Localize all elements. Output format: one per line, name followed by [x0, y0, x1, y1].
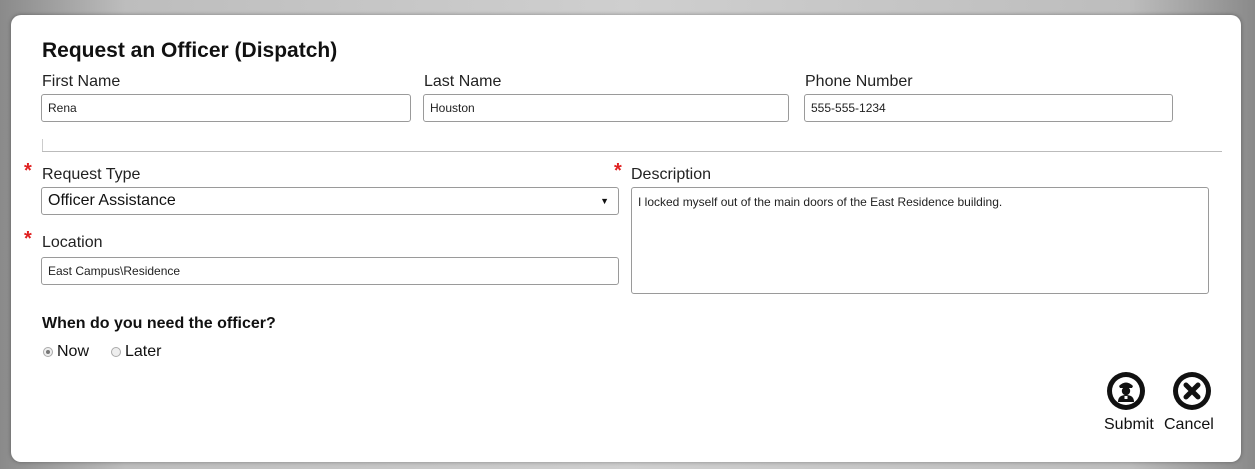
description-label: Description: [631, 166, 712, 183]
now-radio[interactable]: [43, 347, 53, 357]
dispatch-form-panel: Request an Officer (Dispatch) First Name…: [11, 15, 1241, 462]
request-type-selected-value: Officer Assistance: [48, 192, 176, 209]
officer-icon: [1107, 372, 1145, 410]
description-required-marker: *: [614, 160, 622, 182]
location-field[interactable]: East Campus\Residence: [41, 257, 619, 285]
radio-option-now[interactable]: Now: [43, 342, 89, 362]
request-type-required-marker: *: [24, 160, 32, 182]
request-type-select[interactable]: Officer Assistance ▼: [41, 187, 619, 215]
last-name-field[interactable]: Houston: [423, 94, 789, 122]
divider-tick: [42, 139, 43, 151]
chevron-down-icon: ▼: [600, 196, 609, 206]
phone-number-field[interactable]: 555-555-1234: [804, 94, 1173, 122]
cancel-label[interactable]: Cancel: [1164, 416, 1214, 434]
submit-label[interactable]: Submit: [1104, 416, 1154, 434]
last-name-label: Last Name: [424, 73, 502, 90]
section-divider: [42, 151, 1222, 152]
location-label: Location: [42, 234, 103, 251]
later-radio-label[interactable]: Later: [125, 343, 161, 361]
when-question: When do you need the officer?: [42, 315, 276, 332]
location-required-marker: *: [24, 228, 32, 250]
cancel-button[interactable]: Cancel: [1164, 371, 1224, 439]
form-title: Request an Officer (Dispatch): [42, 39, 338, 62]
description-textarea[interactable]: I locked myself out of the main doors of…: [631, 187, 1209, 294]
request-type-label: Request Type: [42, 166, 141, 183]
first-name-field[interactable]: Rena: [41, 94, 411, 122]
phone-number-label: Phone Number: [805, 73, 913, 90]
submit-button[interactable]: Submit: [1104, 371, 1164, 439]
first-name-label: First Name: [42, 73, 121, 90]
now-radio-label[interactable]: Now: [57, 343, 89, 361]
radio-option-later[interactable]: Later: [111, 342, 161, 362]
close-icon: [1173, 372, 1211, 410]
later-radio[interactable]: [111, 347, 121, 357]
